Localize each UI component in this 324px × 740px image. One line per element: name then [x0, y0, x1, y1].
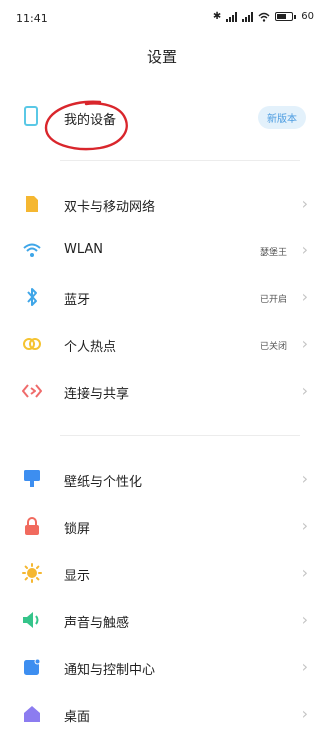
chevron-right-icon: › — [301, 287, 308, 306]
wifi-icon — [22, 240, 42, 260]
settings-row-label: 声音与触感 — [64, 616, 130, 631]
chevron-right-icon: › — [301, 381, 308, 400]
settings-row-label: 连接与共享 — [64, 387, 130, 402]
status-bar: 11:41 ✱ 60 — [0, 0, 324, 40]
signal-icon — [226, 11, 238, 22]
settings-row-label: 双卡与移动网络 — [64, 200, 156, 215]
settings-row-home-screen[interactable]: 桌面 › — [0, 690, 324, 740]
signal-icon-2 — [242, 11, 254, 22]
status-icons: ✱ 60 — [213, 11, 314, 22]
chevron-right-icon: › — [301, 469, 308, 488]
settings-row-label: 个人热点 — [64, 340, 117, 355]
hotspot-icon — [22, 334, 42, 354]
chevron-right-icon: › — [301, 240, 308, 259]
home-icon — [22, 704, 42, 724]
settings-row-label: 壁纸与个性化 — [64, 475, 143, 490]
chevron-right-icon: › — [301, 516, 308, 535]
brightness-icon — [22, 563, 42, 583]
settings-row-sim[interactable]: 双卡与移动网络 › — [0, 180, 324, 230]
sim-card-icon — [22, 194, 42, 214]
chevron-right-icon: › — [301, 704, 308, 723]
settings-row-connection-sharing[interactable]: 连接与共享 › — [0, 367, 324, 417]
settings-row-lock-screen[interactable]: 锁屏 › — [0, 502, 324, 552]
hotspot-value: 已关闭 — [259, 342, 287, 352]
settings-row-label: 通知与控制中心 — [64, 663, 156, 678]
settings-row-wlan[interactable]: WLAN 瑟堡王 › — [0, 226, 324, 276]
settings-row-display[interactable]: 显示 › — [0, 549, 324, 599]
settings-row-wallpaper[interactable]: 壁纸与个性化 › — [0, 455, 324, 505]
divider — [60, 160, 300, 161]
settings-row-label: 锁屏 — [64, 522, 91, 537]
wallpaper-icon — [22, 469, 42, 489]
wifi-status-icon — [258, 12, 270, 22]
chevron-right-icon: › — [301, 563, 308, 582]
chevron-right-icon: › — [301, 657, 308, 676]
settings-row-notifications[interactable]: 通知与控制中心 › — [0, 643, 324, 693]
chevron-right-icon: › — [301, 334, 308, 353]
my-device-row[interactable]: 我的设备 新版本 — [0, 96, 324, 140]
settings-row-bluetooth[interactable]: 蓝牙 已开启 › — [0, 273, 324, 323]
settings-row-label: WLAN — [64, 242, 104, 257]
battery-percent: 60 — [301, 11, 314, 22]
speaker-icon — [22, 610, 42, 630]
notification-icon — [22, 657, 42, 677]
settings-row-label: 显示 — [64, 569, 91, 584]
battery-icon — [275, 12, 294, 21]
divider — [60, 435, 300, 436]
bluetooth-status-icon: ✱ — [212, 11, 222, 22]
page-title: 设置 — [146, 48, 177, 66]
share-icon — [22, 381, 42, 401]
chevron-right-icon: › — [301, 610, 308, 629]
chevron-right-icon: › — [301, 194, 308, 213]
bluetooth-value: 已开启 — [259, 295, 287, 305]
new-version-badge[interactable]: 新版本 — [258, 106, 306, 129]
wlan-value: 瑟堡王 — [259, 248, 287, 258]
lock-icon — [22, 516, 42, 536]
settings-row-label: 桌面 — [64, 710, 91, 725]
status-time: 11:41 — [16, 12, 48, 25]
settings-row-hotspot[interactable]: 个人热点 已关闭 › — [0, 320, 324, 370]
settings-row-sound[interactable]: 声音与触感 › — [0, 596, 324, 646]
bluetooth-icon — [22, 287, 42, 307]
my-device-label: 我的设备 — [64, 113, 117, 128]
phone-icon — [24, 106, 38, 126]
settings-row-label: 蓝牙 — [64, 293, 91, 308]
